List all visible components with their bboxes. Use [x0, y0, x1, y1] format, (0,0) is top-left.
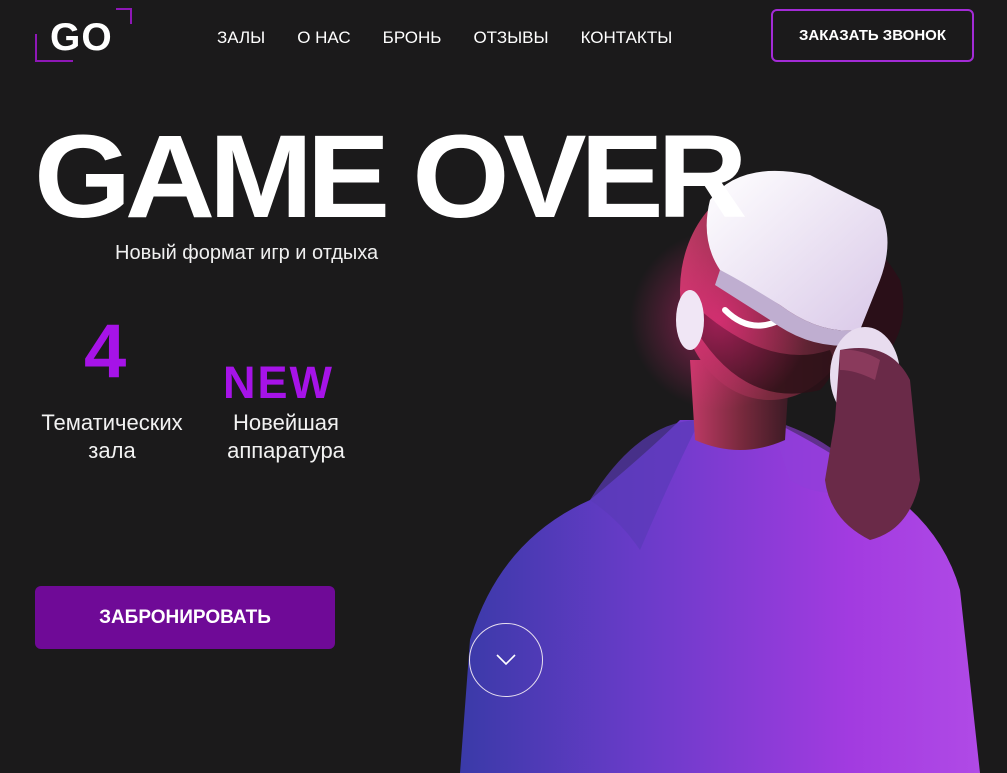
nav-item-about[interactable]: О НАС	[297, 27, 350, 49]
stat-label-halls: Тематических зала	[41, 410, 183, 463]
nav-item-contacts[interactable]: КОНТАКТЫ	[581, 27, 673, 49]
nav-item-halls[interactable]: ЗАЛЫ	[217, 27, 265, 49]
nav-item-reviews[interactable]: ОТЗЫВЫ	[473, 27, 548, 49]
main-nav: ЗАЛЫ О НАС БРОНЬ ОТЗЫВЫ КОНТАКТЫ	[217, 27, 704, 49]
book-button[interactable]: ЗАБРОНИРОВАТЬ	[35, 586, 335, 649]
stat-label-equipment: Новейшая аппаратура	[227, 410, 345, 463]
stat-value-new: NEW	[223, 357, 334, 408]
stat-value-halls: 4	[84, 309, 127, 394]
request-call-button[interactable]: ЗАКАЗАТЬ ЗВОНОК	[771, 9, 974, 62]
logo[interactable]: GO	[35, 8, 132, 62]
logo-corner-frame	[116, 8, 132, 24]
scroll-down-button[interactable]	[469, 623, 543, 697]
hero-subtitle: Новый формат игр и отдыха	[115, 242, 379, 264]
chevron-down-icon	[496, 654, 516, 666]
logo-text: GO	[50, 16, 113, 59]
nav-item-booking[interactable]: БРОНЬ	[383, 27, 442, 49]
hero-title: GAME OVER	[34, 111, 748, 243]
